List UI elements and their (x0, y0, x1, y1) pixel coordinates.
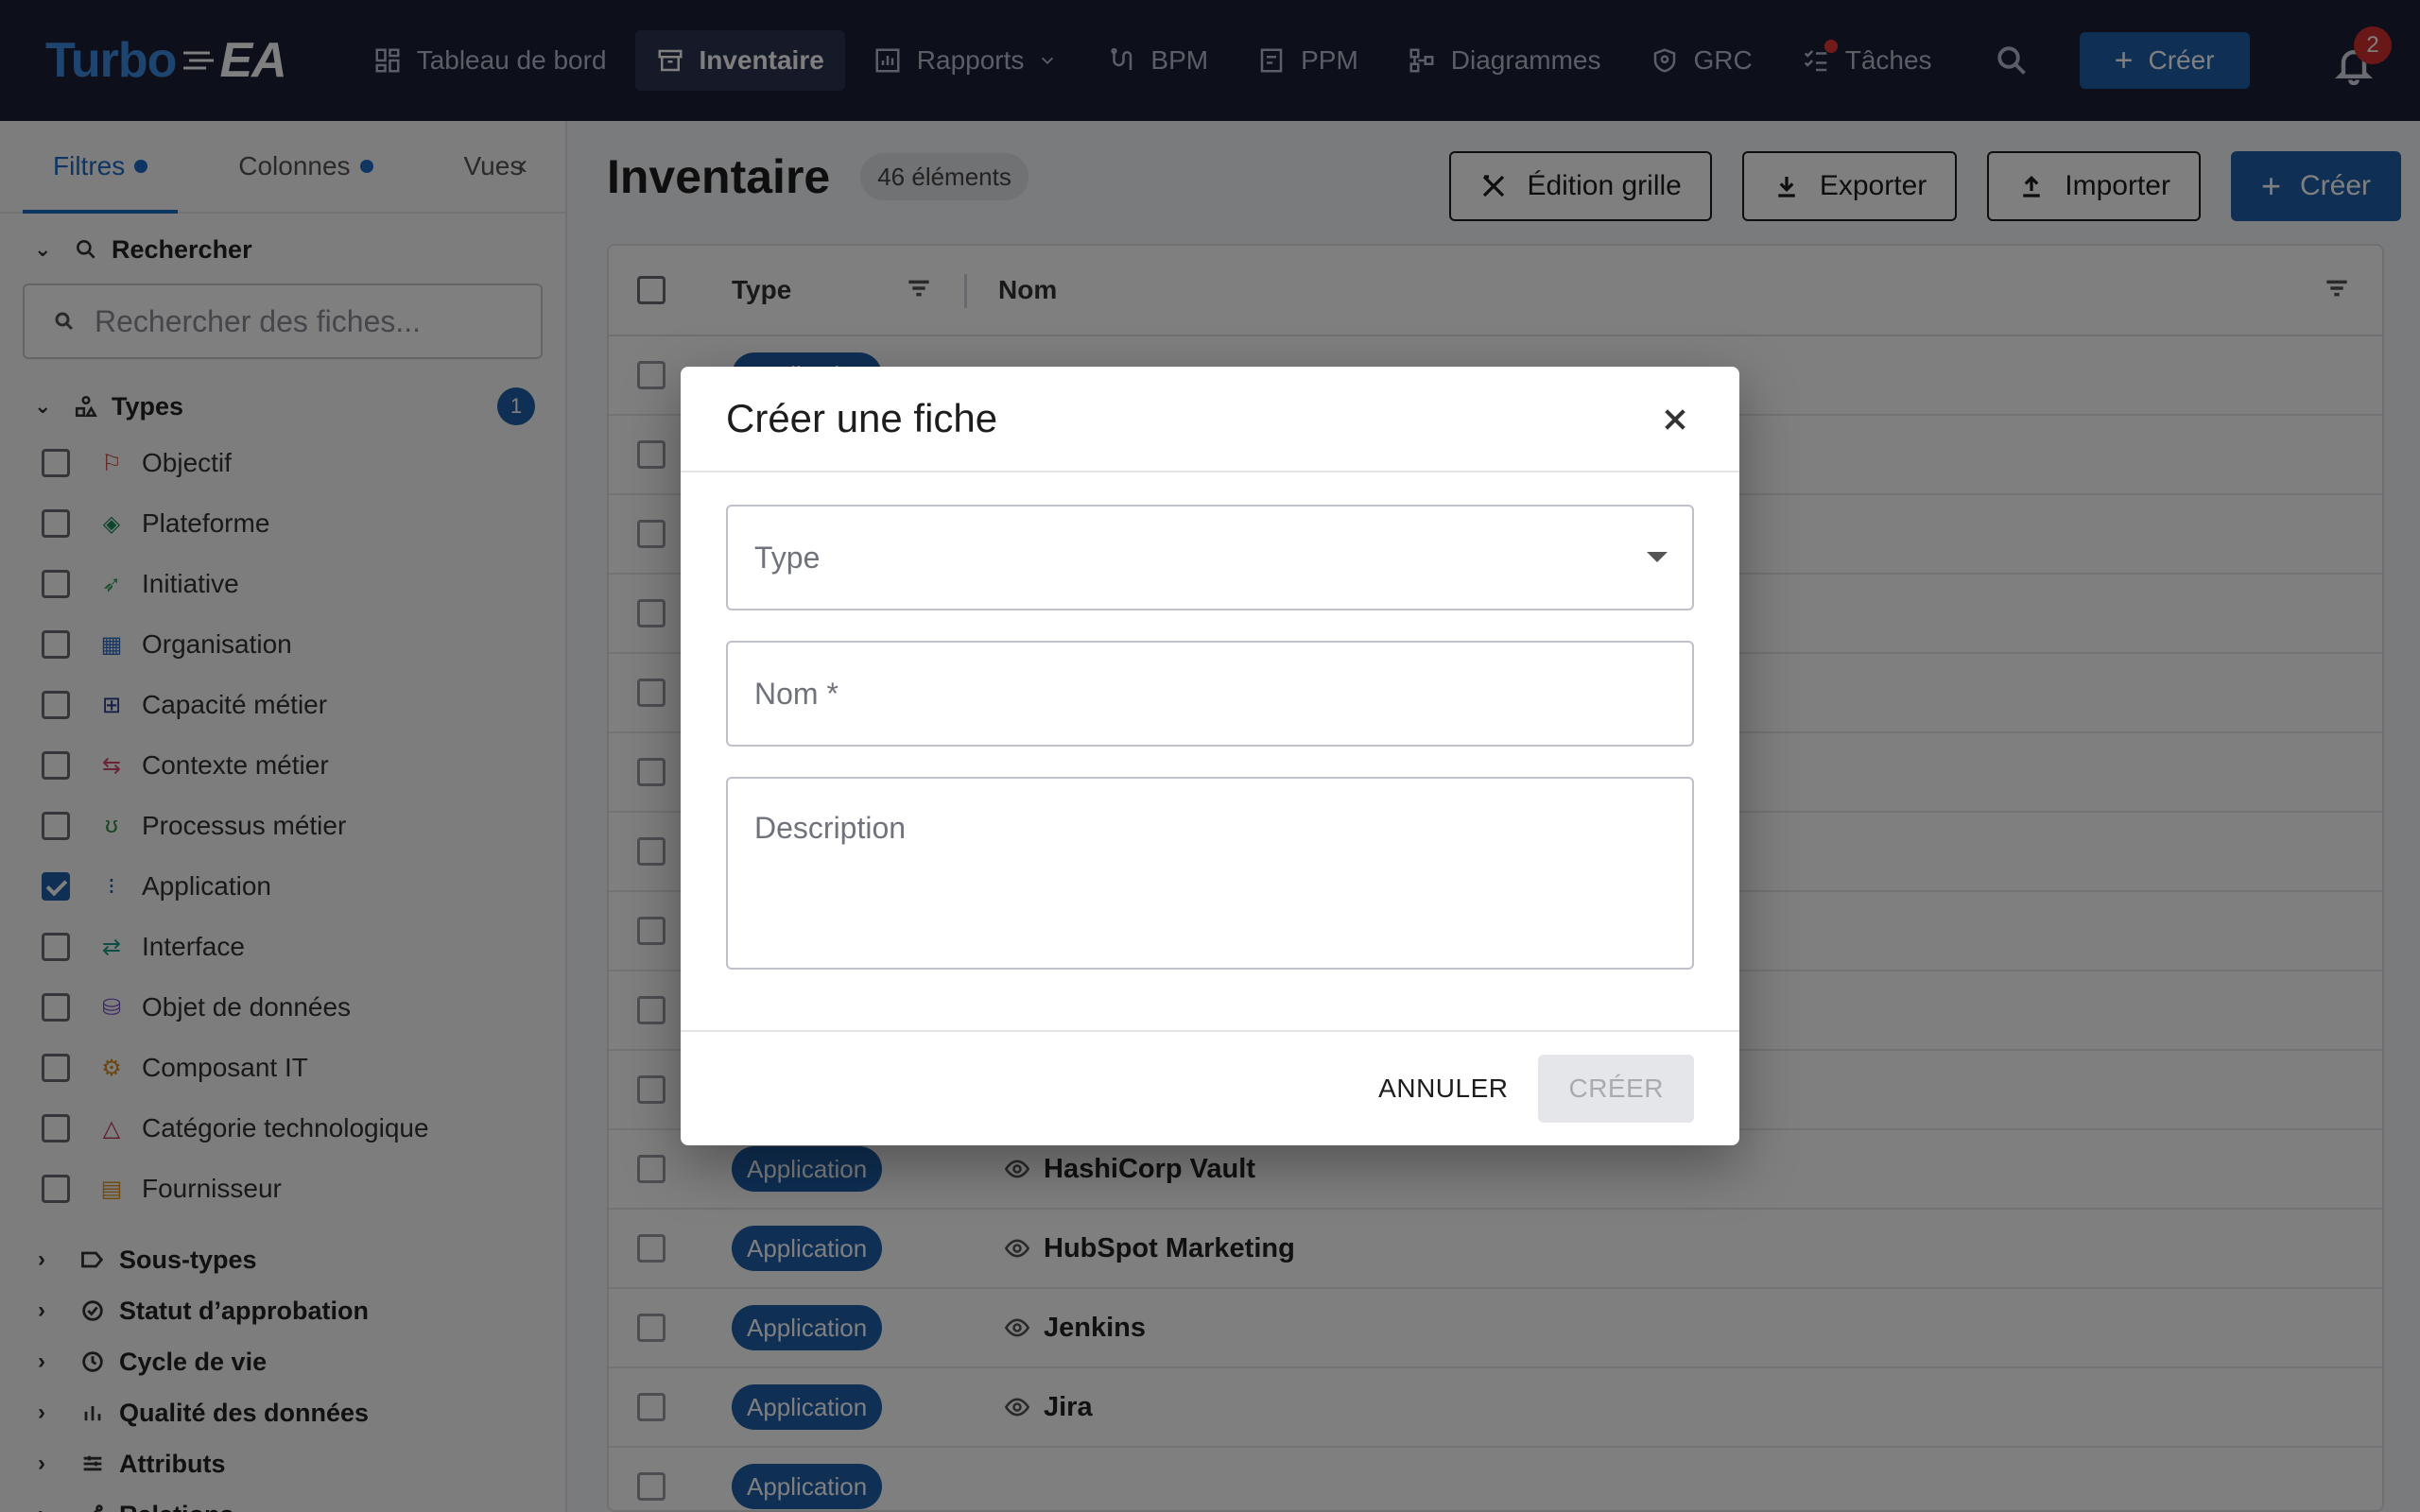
description-field[interactable]: Description (726, 777, 1694, 970)
close-dialog-button[interactable] (1660, 404, 1690, 435)
name-field[interactable]: Nom * (726, 641, 1694, 747)
dropdown-arrow-icon (1647, 552, 1668, 562)
cancel-button[interactable]: ANNULER (1378, 1062, 1508, 1115)
dialog-footer: ANNULER CRÉER (681, 1030, 1739, 1145)
name-field-placeholder: Nom * (754, 676, 838, 711)
close-icon (1665, 409, 1685, 430)
description-field-placeholder: Description (754, 811, 907, 845)
dialog-header: Créer une fiche (681, 367, 1739, 472)
dialog-title: Créer une fiche (726, 396, 998, 440)
type-select[interactable]: Type (726, 505, 1694, 610)
create-card-submit-button[interactable]: CRÉER (1538, 1055, 1694, 1123)
type-select-placeholder: Type (754, 540, 821, 575)
create-card-dialog: Créer une fiche Type Nom * Description A… (681, 367, 1739, 1145)
